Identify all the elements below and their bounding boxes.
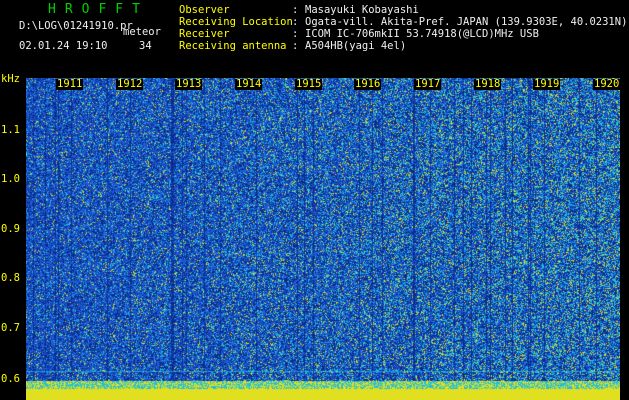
overlay-label: meteor: [123, 26, 161, 38]
app-title: HROFFT: [48, 2, 149, 17]
time-tick-label: 1918: [474, 78, 502, 90]
info-value: A504HB(yagi 4el): [305, 40, 407, 52]
info-colon: :: [292, 40, 299, 52]
info-value: Masayuki Kobayashi: [305, 4, 419, 16]
time-tick-label: 1920: [593, 78, 621, 90]
info-colon: :: [292, 16, 299, 28]
y-tick-label: 1.1: [1, 124, 20, 136]
info-value: Ogata-vill. Akita-Pref. JAPAN (139.9303E…: [305, 16, 628, 28]
y-tick-label: 0.7: [1, 322, 20, 334]
time-tick-label: 1919: [533, 78, 561, 90]
info-label: Receiver: [179, 28, 230, 40]
y-tick-label: 0.8: [1, 272, 20, 284]
timestamp: 02.01.24 19:10: [19, 40, 108, 52]
time-tick-label: 1912: [116, 78, 144, 90]
info-label: Observer: [179, 4, 230, 16]
time-tick-label: 1917: [414, 78, 442, 90]
y-tick-label: 1.0: [1, 173, 20, 185]
time-tick-label: 1914: [235, 78, 263, 90]
info-value: ICOM IC-706mkII 53.74918(@LCD)MHz USB: [305, 28, 539, 40]
time-tick-label: 1916: [354, 78, 382, 90]
info-colon: :: [292, 28, 299, 40]
time-tick-label: 1915: [295, 78, 323, 90]
time-tick-label: 1911: [56, 78, 84, 90]
info-label: Receiving antenna: [179, 40, 287, 52]
axis-unit-label: kHz: [1, 73, 20, 85]
info-label: Receiving Location: [179, 16, 293, 28]
file-path: D:\LOG\01241910.pr: [19, 20, 133, 32]
spectrogram: [26, 78, 620, 400]
y-tick-label: 0.9: [1, 223, 20, 235]
count: 34: [139, 40, 152, 52]
time-tick-label: 1913: [175, 78, 203, 90]
y-tick-label: 0.6: [1, 373, 20, 385]
info-colon: :: [292, 4, 299, 16]
